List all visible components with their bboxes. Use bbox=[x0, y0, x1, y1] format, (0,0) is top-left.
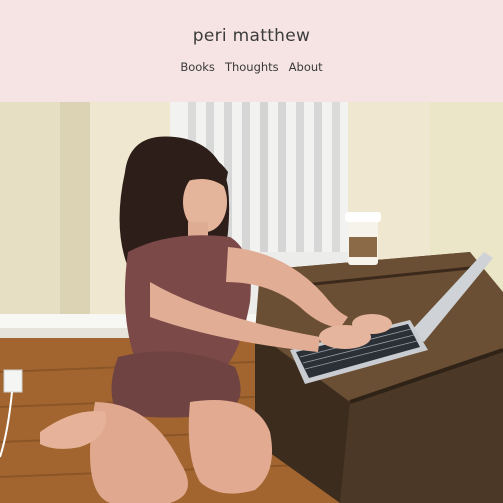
hero-photo-illustration bbox=[0, 102, 503, 503]
main-nav: Books Thoughts About bbox=[0, 60, 503, 74]
site-title[interactable]: peri matthew bbox=[0, 26, 503, 46]
coffee-cup bbox=[345, 212, 381, 265]
site-header: peri matthew Books Thoughts About bbox=[0, 0, 503, 102]
hero-photo bbox=[0, 102, 503, 503]
nav-link-about[interactable]: About bbox=[289, 60, 323, 74]
nav-link-thoughts[interactable]: Thoughts bbox=[225, 60, 279, 74]
nav-link-books[interactable]: Books bbox=[180, 60, 215, 74]
